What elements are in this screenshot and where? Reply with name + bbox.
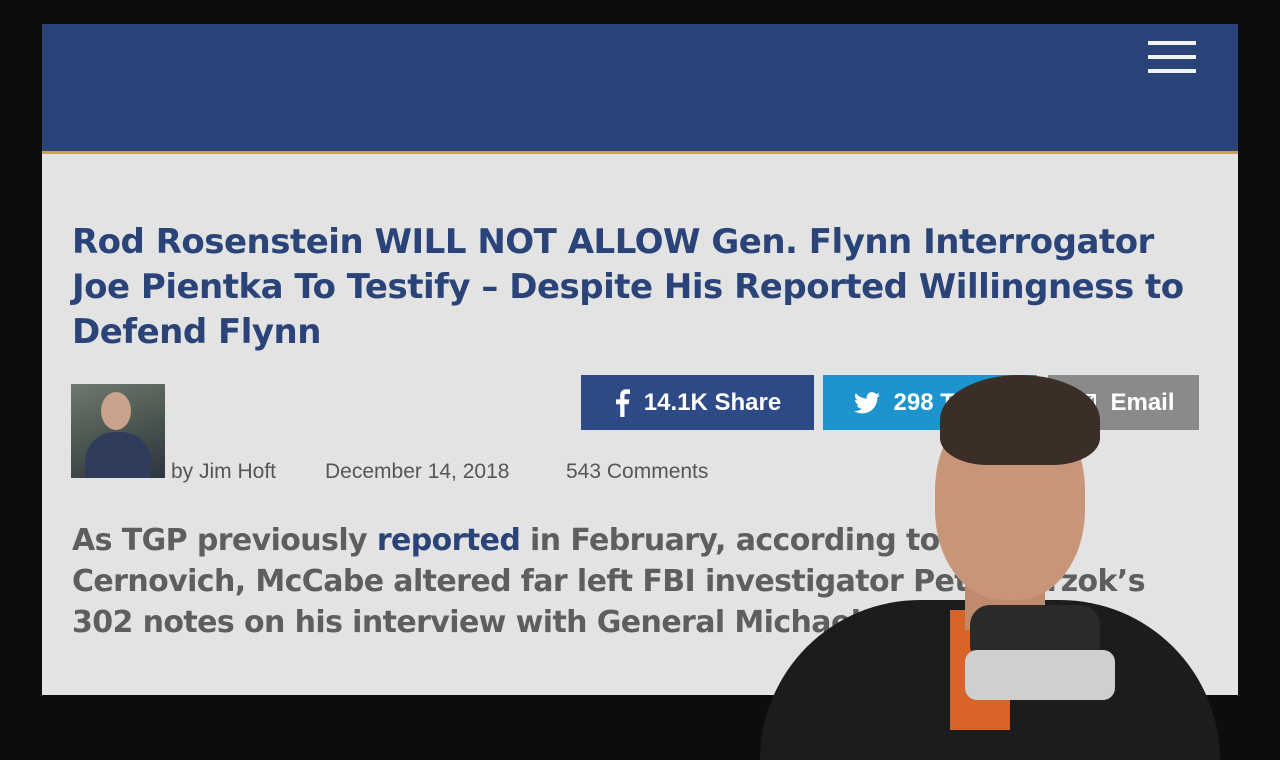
facebook-icon (614, 388, 630, 417)
article-headline: Rod Rosenstein WILL NOT ALLOW Gen. Flynn… (72, 222, 1184, 352)
publish-date: December 14, 2018 (325, 460, 510, 483)
email-share-label: Email (1110, 388, 1175, 416)
email-icon (1072, 393, 1097, 412)
author-byline[interactable]: by Jim Hoft (171, 460, 276, 484)
website-screenshot: Rod Rosenstein WILL NOT ALLOW Gen. Flynn… (42, 24, 1238, 695)
article-body-paragraph: As TGP previously reported in February, … (72, 520, 1202, 643)
email-share-button[interactable]: Email (1048, 375, 1199, 430)
menu-line (1148, 55, 1196, 59)
twitter-tweet-button[interactable]: 298 Tweet (823, 375, 1037, 430)
facebook-share-button[interactable]: 14.1K Share (581, 375, 814, 430)
site-header (42, 24, 1238, 154)
menu-line (1148, 41, 1196, 45)
comments-count[interactable]: 543 Comments (566, 460, 708, 484)
body-text-start: As TGP previously (72, 523, 377, 558)
menu-line (1148, 69, 1196, 73)
facebook-share-label: 14.1K Share (643, 388, 782, 416)
twitter-icon (853, 391, 880, 414)
twitter-tweet-label: 298 Tweet (893, 388, 1007, 416)
author-avatar (71, 384, 165, 478)
reported-link[interactable]: reported (377, 523, 521, 558)
hamburger-menu-icon[interactable] (1148, 41, 1196, 75)
avatar-body (85, 432, 151, 478)
avatar-head (101, 392, 131, 430)
